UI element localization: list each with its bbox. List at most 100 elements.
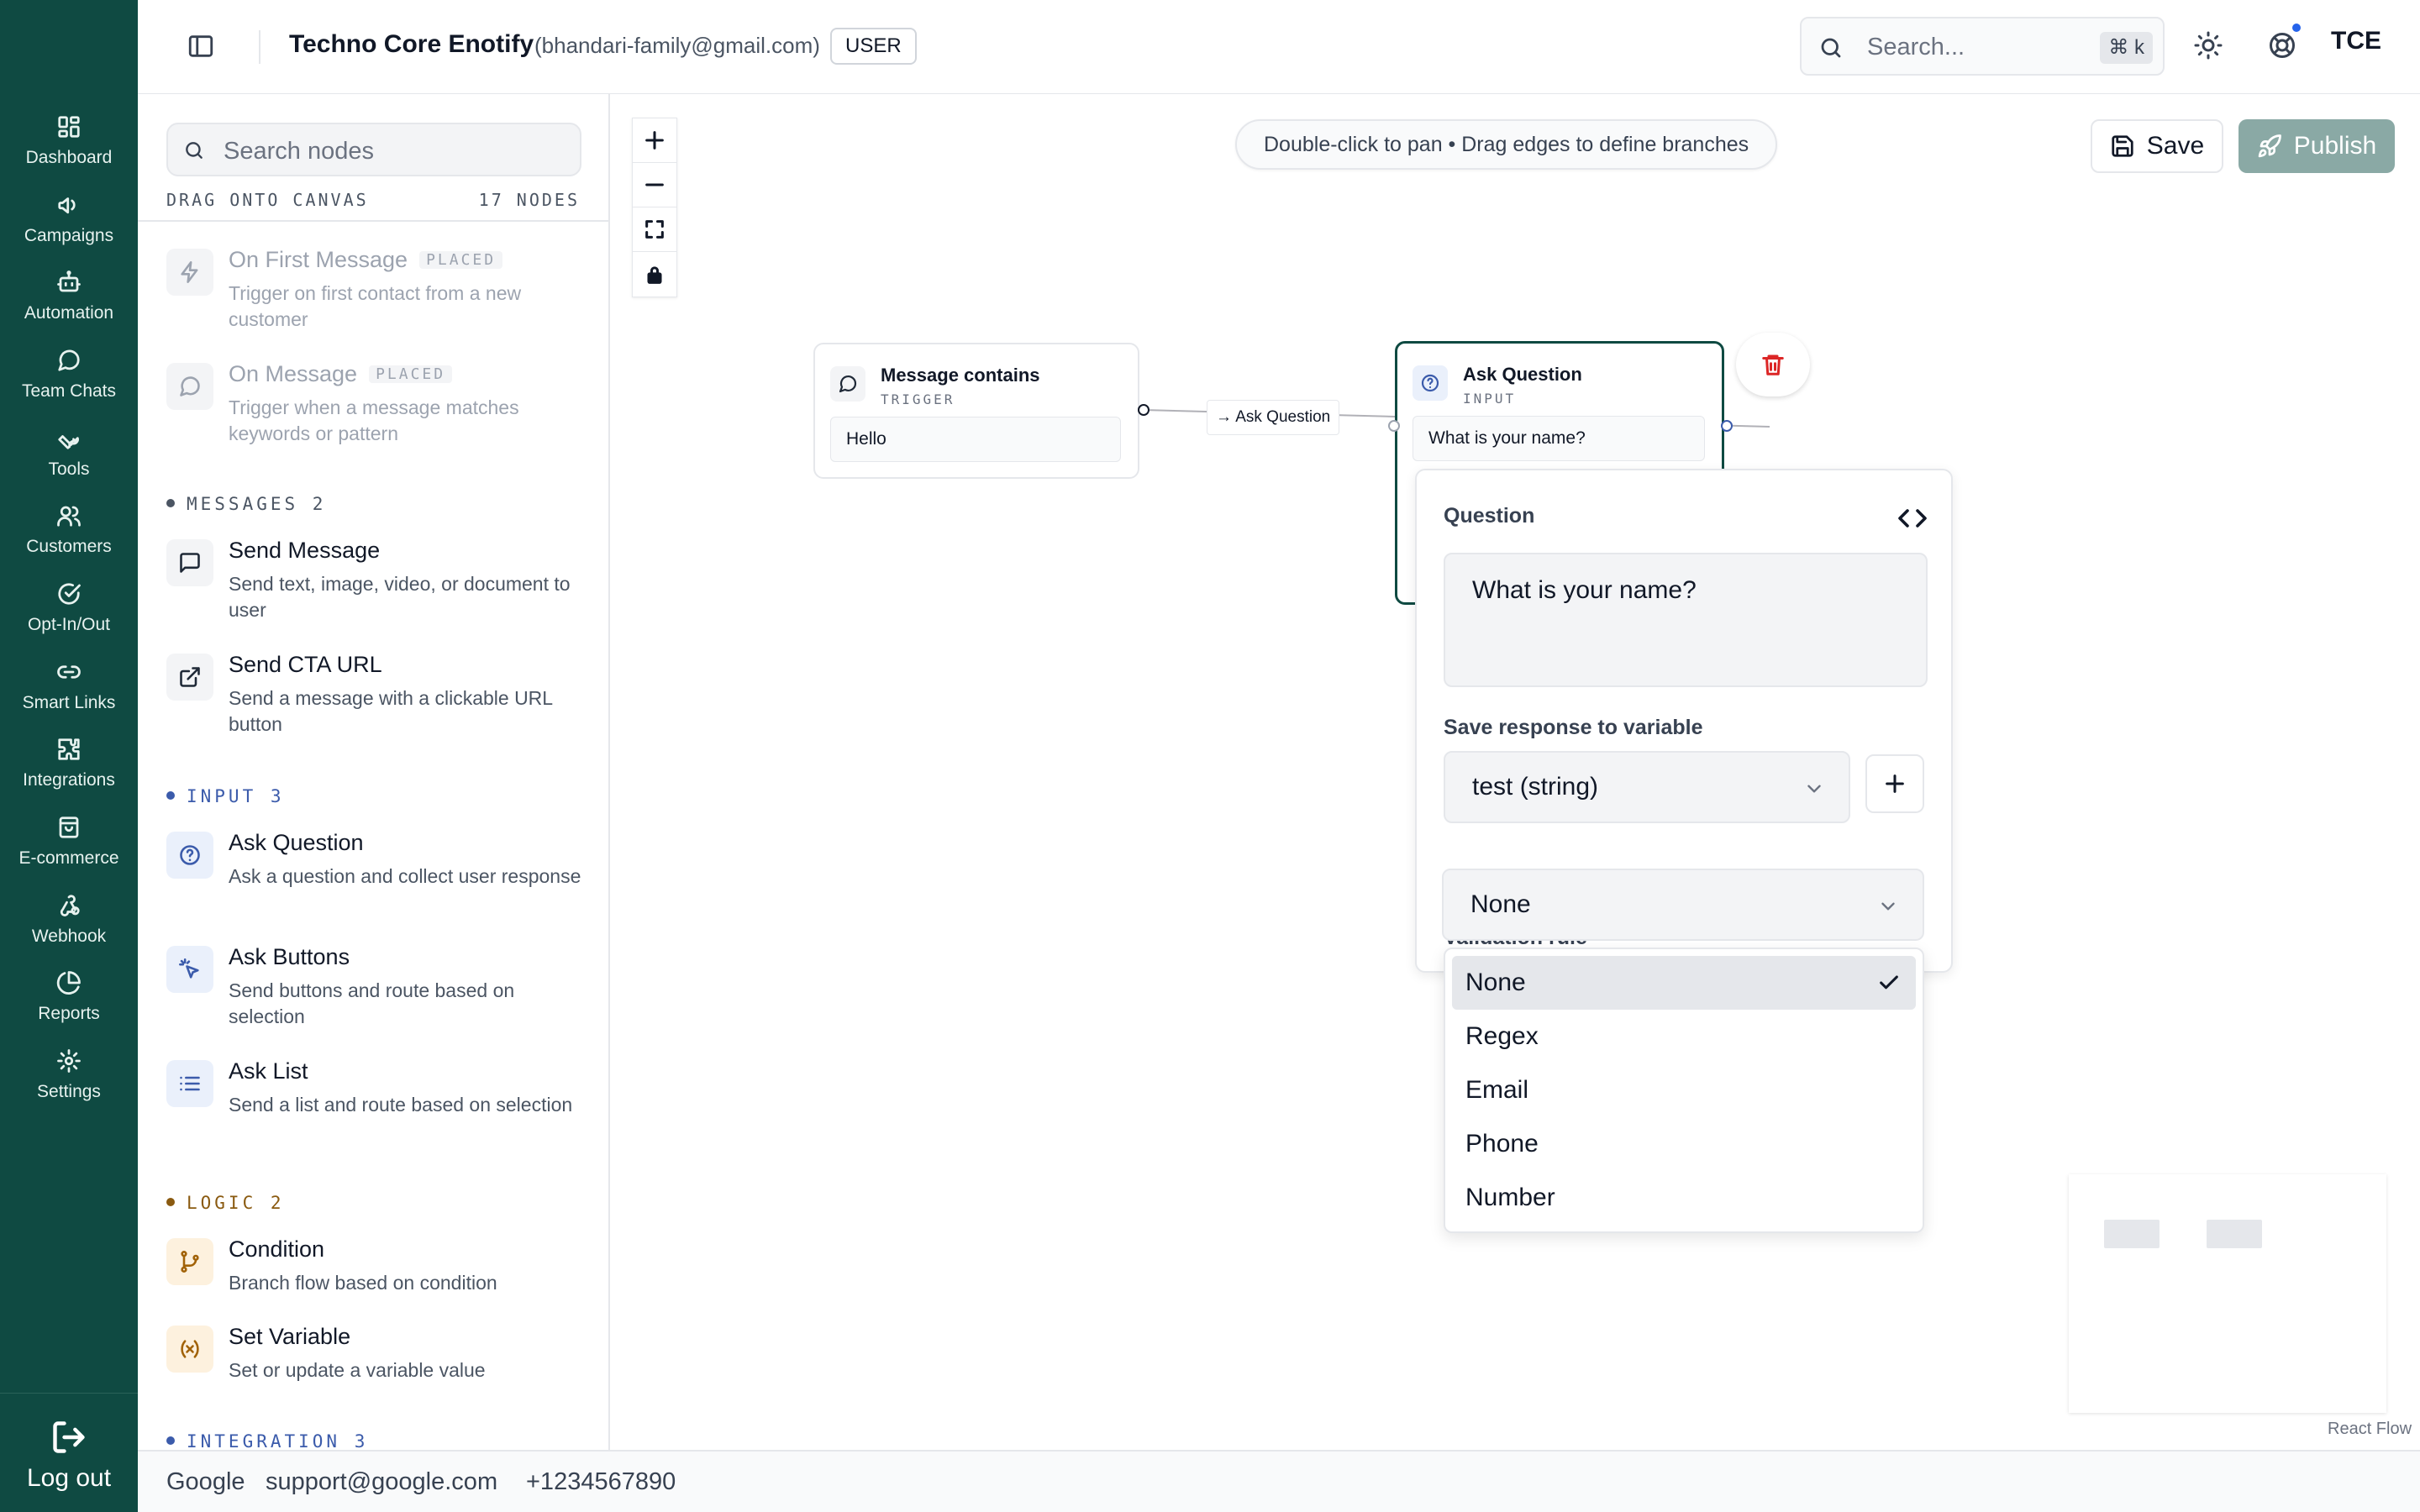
minimap-node — [2104, 1220, 2160, 1248]
node-desc: Send a message with a clickable URL butt… — [229, 687, 553, 735]
puzzle-icon — [58, 738, 80, 760]
variable-label: Save response to variable — [1444, 716, 1703, 739]
rule-option-label: None — [1465, 969, 1526, 996]
node-icon-container — [1413, 365, 1448, 401]
nav-item-e-commerce[interactable]: E-commerce — [0, 815, 138, 887]
nav-label: Customers — [26, 537, 112, 556]
chat-icon — [180, 376, 200, 396]
nav-label: Automation — [24, 303, 114, 323]
nav-item-reports[interactable]: Reports — [0, 970, 138, 1042]
node-icon-container — [166, 1326, 213, 1373]
fit-view-button[interactable] — [633, 207, 676, 252]
search-icon — [186, 142, 203, 159]
node-icon-container — [166, 539, 213, 586]
rule-option-regex[interactable]: Regex — [1452, 1010, 1916, 1063]
nav-item-campaigns[interactable]: Campaigns — [0, 192, 138, 265]
code-icon[interactable] — [1897, 506, 1928, 531]
minimap-node — [2207, 1220, 2262, 1248]
external-link-icon — [180, 667, 200, 687]
edge-label[interactable]: → Ask Question — [1207, 400, 1340, 435]
nav-item-dashboard[interactable]: Dashboard — [0, 114, 138, 186]
chat-icon — [839, 375, 857, 393]
validation-rule-value: None — [1470, 890, 1531, 918]
save-button[interactable]: Save — [2091, 119, 2223, 173]
nav-label: Dashboard — [25, 148, 113, 167]
nav-label: Webhook — [31, 927, 107, 946]
nav-label: Team Chats — [21, 381, 117, 401]
node-title: Message contains — [881, 365, 1040, 386]
validation-rule-select[interactable]: None — [1442, 869, 1924, 941]
node-body: What is your name? — [1413, 416, 1705, 461]
node-title: Ask Question — [1463, 364, 1582, 385]
delete-node-button[interactable] — [1736, 333, 1810, 396]
plus-icon — [645, 131, 664, 150]
node-title: Set Variable — [229, 1324, 351, 1349]
node-desc: Send a list and route based on selection — [229, 1094, 573, 1116]
footer-email[interactable]: support@google.com — [266, 1468, 497, 1496]
node-icon-container — [166, 946, 213, 993]
variable-select[interactable]: test (string) — [1444, 751, 1850, 823]
avatar[interactable]: TCE — [2331, 27, 2381, 55]
validation-rule-dropdown: None Regex Email Phone Number — [1444, 948, 1924, 1233]
footer: Google support@google.com +1234567890 — [138, 1450, 2420, 1512]
nav-item-smart-links[interactable]: Smart Links — [0, 659, 138, 732]
help-circle-icon — [180, 845, 200, 865]
nav-item-tools[interactable]: Tools — [0, 426, 138, 498]
global-search[interactable]: ⌘ k — [1800, 17, 2165, 76]
question-source-handle[interactable] — [1721, 420, 1733, 432]
category-dot — [166, 1198, 175, 1206]
node-search[interactable] — [166, 123, 581, 176]
nav-item-webhook[interactable]: Webhook — [0, 893, 138, 965]
nav-label: Opt-In/Out — [27, 615, 111, 634]
chevron-down-icon — [1807, 785, 1821, 793]
zoom-in-button[interactable] — [633, 118, 676, 163]
node-title-text: On Message — [229, 361, 358, 386]
logout-label: Log out — [26, 1464, 112, 1492]
question-textarea[interactable]: What is your name? — [1444, 553, 1928, 687]
nav-item-team-chats[interactable]: Team Chats — [0, 348, 138, 420]
nav-item-settings[interactable]: Settings — [0, 1048, 138, 1121]
question-target-handle[interactable] — [1388, 420, 1400, 432]
placed-tag: PLACED — [369, 365, 453, 383]
rule-option-number[interactable]: Number — [1452, 1171, 1916, 1225]
react-flow-attribution[interactable]: React Flow — [2328, 1420, 2412, 1439]
node-count: 17 NODES — [478, 190, 580, 210]
trigger-source-handle[interactable] — [1138, 404, 1150, 416]
flow-node-message-contains[interactable]: Message contains TRIGGER Hello — [813, 343, 1139, 479]
rule-option-phone[interactable]: Phone — [1452, 1117, 1916, 1171]
footer-phone[interactable]: +1234567890 — [526, 1468, 676, 1496]
minimap[interactable] — [2069, 1174, 2386, 1413]
wrench-icon — [58, 435, 79, 449]
variable-select-value: test (string) — [1472, 773, 1599, 801]
zoom-out-button[interactable] — [633, 163, 676, 207]
publish-button[interactable]: Publish — [2238, 119, 2395, 173]
canvas-hint: Double-click to pan • Drag edges to defi… — [1235, 119, 1778, 170]
node-icon-container — [166, 654, 213, 701]
nav-label: Tools — [48, 459, 90, 479]
users-icon — [57, 506, 81, 527]
dashboard-icon — [58, 116, 80, 138]
sun-icon[interactable] — [2193, 30, 2223, 60]
node-desc: Send text, image, video, or document to … — [229, 573, 571, 621]
sidebar-toggle-icon[interactable] — [187, 32, 215, 60]
nav-item-automation[interactable]: Automation — [0, 270, 138, 342]
add-variable-button[interactable] — [1865, 754, 1924, 813]
rocket-icon — [2258, 134, 2281, 158]
lock-button[interactable] — [633, 252, 676, 297]
main-nav: Dashboard Campaigns Automation Team Chat… — [0, 0, 138, 1512]
category-label: MESSAGES 2 — [187, 494, 327, 514]
rule-option-email[interactable]: Email — [1452, 1063, 1916, 1117]
help-circle-icon — [1421, 374, 1439, 392]
nav-item-opt-in-out[interactable]: Opt-In/Out — [0, 581, 138, 654]
logout-button[interactable]: Log out — [0, 1393, 138, 1512]
nav-item-customers[interactable]: Customers — [0, 503, 138, 575]
nav-item-integrations[interactable]: Integrations — [0, 737, 138, 809]
global-search-input[interactable] — [1867, 30, 2077, 64]
rule-option-none[interactable]: None — [1452, 956, 1916, 1010]
node-title: Send Message — [229, 538, 381, 563]
placed-tag: PLACED — [419, 251, 503, 269]
lightning-icon — [181, 261, 198, 283]
node-search-input[interactable] — [224, 134, 560, 168]
node-desc: Branch flow based on condition — [229, 1272, 497, 1294]
lifebuoy-icon[interactable] — [2267, 30, 2297, 60]
